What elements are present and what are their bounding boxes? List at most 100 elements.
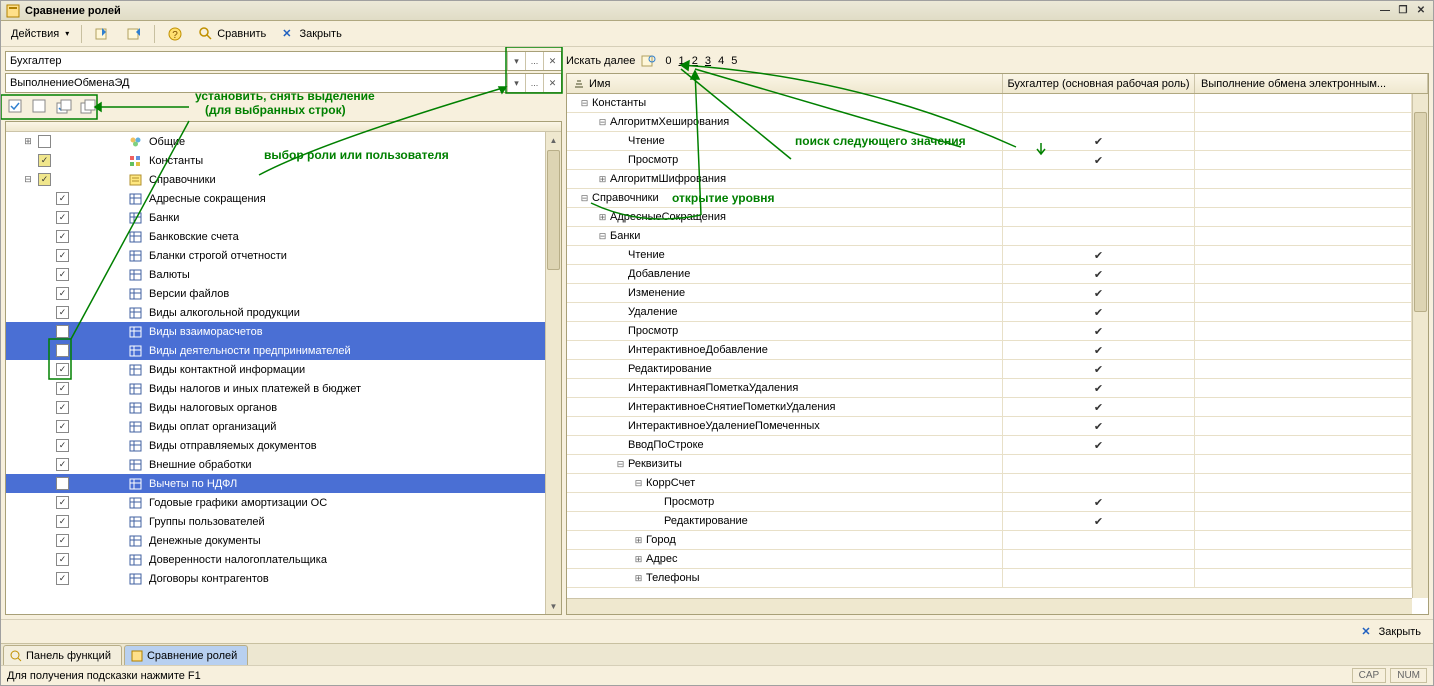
level-4[interactable]: 4 [716, 55, 726, 67]
grid-row[interactable]: ⊟Банки [567, 227, 1412, 246]
grid-row[interactable]: Просмотр✔ [567, 151, 1412, 170]
expand-icon[interactable]: ⊞ [22, 136, 34, 147]
minimize-button[interactable]: — [1377, 4, 1393, 18]
role1-combo[interactable]: ▾ ... ✕ [5, 51, 562, 71]
expand-icon[interactable]: ⊞ [633, 535, 644, 546]
grid-row[interactable]: Добавление✔ [567, 265, 1412, 284]
grid-row[interactable]: ⊟Справочники [567, 189, 1412, 208]
expand-icon[interactable]: ⊞ [597, 174, 608, 185]
actions-menu[interactable]: Действия▾ [5, 23, 75, 45]
tree-row[interactable]: Группы пользователей [6, 512, 545, 531]
col-name[interactable]: Имя [567, 74, 1003, 93]
grid-row[interactable]: ⊞АдресныеСокращения [567, 208, 1412, 227]
tab-compare-roles[interactable]: Сравнение ролей [124, 645, 248, 665]
tree-row[interactable]: Бланки строгой отчетности [6, 246, 545, 265]
checkbox[interactable] [56, 534, 69, 547]
tree-row[interactable]: Годовые графики амортизации ОС [6, 493, 545, 512]
expand-icon[interactable]: ⊟ [597, 117, 608, 128]
expand-icon[interactable]: ⊞ [633, 554, 644, 565]
role2-input[interactable] [6, 74, 507, 92]
checkbox[interactable] [56, 344, 69, 357]
unset-check-icon[interactable] [77, 97, 99, 117]
grid-row[interactable]: ИнтерактивноеСнятиеПометкиУдаления✔ [567, 398, 1412, 417]
uncheck-all-icon[interactable] [29, 97, 51, 117]
checkbox[interactable] [56, 363, 69, 376]
tree-row[interactable]: Виды контактной информации [6, 360, 545, 379]
grid-hscroll[interactable] [567, 598, 1412, 614]
grid-row[interactable]: ⊞Телефоны [567, 569, 1412, 588]
tree-row[interactable]: Банки [6, 208, 545, 227]
compare-button[interactable]: Сравнить [193, 23, 272, 45]
grid-row[interactable]: Изменение✔ [567, 284, 1412, 303]
tree-row[interactable]: ⊟Справочники [6, 170, 545, 189]
role2-select[interactable]: ... [525, 74, 543, 92]
tree-row[interactable]: Адресные сокращения [6, 189, 545, 208]
search-icon[interactable] [641, 54, 657, 68]
expand-icon[interactable]: ⊟ [633, 478, 644, 489]
level-1[interactable]: 1 [677, 55, 687, 67]
grid-row[interactable]: ⊞Город [567, 531, 1412, 550]
grid-row[interactable]: Редактирование✔ [567, 512, 1412, 531]
checkbox[interactable] [56, 496, 69, 509]
close-button[interactable]: ✕ [1413, 4, 1429, 18]
expand-icon[interactable]: ⊞ [597, 212, 608, 223]
tree-row[interactable]: Виды налоговых органов [6, 398, 545, 417]
grid-row[interactable]: Просмотр✔ [567, 322, 1412, 341]
tool-icon-1[interactable] [88, 23, 116, 45]
checkbox[interactable] [56, 211, 69, 224]
checkbox[interactable] [56, 230, 69, 243]
expand-icon[interactable]: ⊟ [579, 98, 590, 109]
grid-row[interactable]: ИнтерактивноеУдалениеПомеченных✔ [567, 417, 1412, 436]
tree-row[interactable]: Виды оплат организаций [6, 417, 545, 436]
expand-icon[interactable]: ⊟ [615, 459, 626, 470]
checkbox[interactable] [56, 306, 69, 319]
checkbox[interactable] [56, 287, 69, 300]
tree-row[interactable]: Денежные документы [6, 531, 545, 550]
col-role2[interactable]: Выполнение обмена электронным... [1195, 74, 1428, 93]
checkbox[interactable] [56, 553, 69, 566]
tree-row[interactable]: Константы [6, 151, 545, 170]
grid-row[interactable]: ИнтерактивноеДобавление✔ [567, 341, 1412, 360]
checkbox[interactable] [38, 154, 51, 167]
checkbox[interactable] [56, 268, 69, 281]
level-5[interactable]: 5 [729, 55, 739, 67]
tab-panel-funcs[interactable]: Панель функций [3, 645, 122, 665]
left-scrollbar[interactable]: ▲▼ [545, 132, 561, 614]
role2-combo[interactable]: ▾ ... ✕ [5, 73, 562, 93]
grid-row[interactable]: ⊟АлгоритмХеширования [567, 113, 1412, 132]
grid-row[interactable]: ⊟Реквизиты [567, 455, 1412, 474]
checkbox[interactable] [56, 439, 69, 452]
tree-row[interactable]: Виды деятельности предпринимателей [6, 341, 545, 360]
level-2[interactable]: 2 [690, 55, 700, 67]
role1-clear[interactable]: ✕ [543, 52, 561, 70]
tree-row[interactable]: Версии файлов [6, 284, 545, 303]
role2-clear[interactable]: ✕ [543, 74, 561, 92]
tree-row[interactable]: Виды налогов и иных платежей в бюджет [6, 379, 545, 398]
checkbox[interactable] [56, 515, 69, 528]
col-role1[interactable]: Бухгалтер (основная рабочая роль) [1003, 74, 1195, 93]
tree-row[interactable]: Банковские счета [6, 227, 545, 246]
role2-dropdown[interactable]: ▾ [507, 74, 525, 92]
tree-row[interactable]: Валюты [6, 265, 545, 284]
grid-row[interactable]: ⊞АлгоритмШифрования [567, 170, 1412, 189]
checkbox[interactable] [56, 401, 69, 414]
role1-input[interactable] [6, 52, 507, 70]
tree-row[interactable]: Договоры контрагентов [6, 569, 545, 588]
grid-row[interactable]: ИнтерактивнаяПометкаУдаления✔ [567, 379, 1412, 398]
role1-dropdown[interactable]: ▾ [507, 52, 525, 70]
tree-row[interactable]: Виды алкогольной продукции [6, 303, 545, 322]
grid-row[interactable]: Чтение✔ [567, 132, 1412, 151]
grid-row[interactable]: ⊟КоррСчет [567, 474, 1412, 493]
tree-row[interactable]: ⊞Общие [6, 132, 545, 151]
maximize-button[interactable]: ❐ [1395, 4, 1411, 18]
grid-row[interactable]: Удаление✔ [567, 303, 1412, 322]
search-next-link[interactable]: Искать далее [566, 55, 635, 67]
expand-icon[interactable]: ⊟ [22, 174, 34, 185]
tree-row[interactable]: Вычеты по НДФЛ [6, 474, 545, 493]
grid-row[interactable]: ⊟Константы [567, 94, 1412, 113]
checkbox[interactable] [56, 325, 69, 338]
expand-icon[interactable]: ⊞ [633, 573, 644, 584]
checkbox[interactable] [56, 458, 69, 471]
set-check-icon[interactable] [53, 97, 75, 117]
grid-row[interactable]: Редактирование✔ [567, 360, 1412, 379]
